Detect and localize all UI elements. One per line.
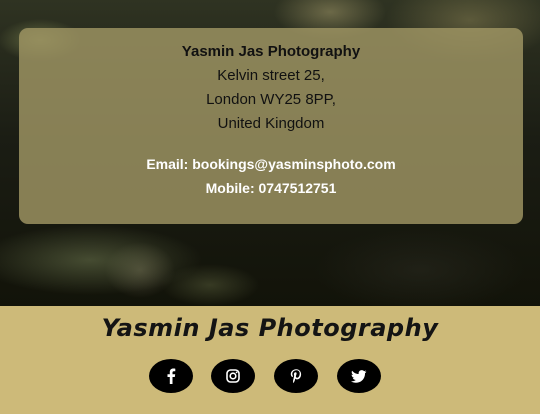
- twitter-icon: [351, 369, 367, 383]
- facebook-link[interactable]: [149, 359, 193, 393]
- footer: Yasmin Jas Photography: [0, 306, 540, 414]
- pinterest-icon: [290, 368, 302, 384]
- facebook-icon: [166, 368, 176, 384]
- footer-brand: Yasmin Jas Photography: [101, 314, 439, 342]
- address-street: Kelvin street 25,: [217, 67, 325, 84]
- contact-mobile[interactable]: Mobile: 0747512751: [19, 176, 523, 200]
- contact-card: Yasmin Jas Photography Kelvin street 25,…: [19, 28, 523, 224]
- pinterest-link[interactable]: [274, 359, 318, 393]
- address-country: United Kingdom: [217, 115, 325, 132]
- company-name: Yasmin Jas Photography: [181, 43, 361, 60]
- instagram-icon: [226, 369, 240, 383]
- contact-email[interactable]: Email: bookings@yasminsphoto.com: [19, 152, 523, 176]
- twitter-link[interactable]: [337, 359, 381, 393]
- address-city: London WY25 8PP,: [206, 91, 336, 108]
- instagram-link[interactable]: [211, 359, 255, 393]
